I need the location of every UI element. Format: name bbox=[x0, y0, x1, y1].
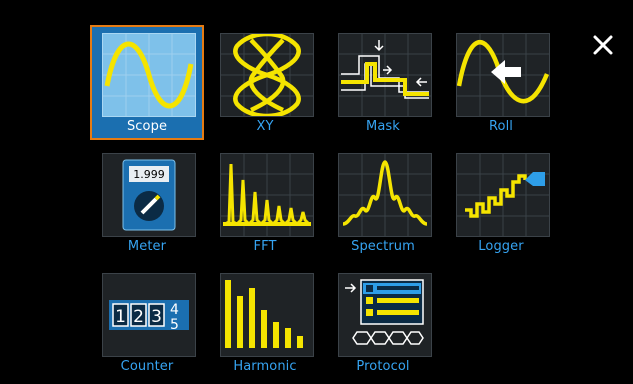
tile-label: Meter bbox=[127, 239, 167, 254]
tile-roll[interactable]: Roll bbox=[444, 25, 558, 140]
counter-digit: 5 bbox=[170, 317, 179, 333]
counter-digit: 4 bbox=[170, 302, 179, 318]
tile-label: Counter bbox=[120, 359, 174, 374]
tile-label: Roll bbox=[488, 119, 514, 134]
fft-icon bbox=[220, 153, 314, 237]
protocol-icon bbox=[338, 273, 432, 357]
tile-protocol[interactable]: Protocol bbox=[326, 265, 440, 380]
counter-digit: 3 bbox=[151, 307, 162, 327]
tile-label: FFT bbox=[253, 239, 277, 254]
tile-mask[interactable]: Mask bbox=[326, 25, 440, 140]
app-grid: Scope XY Mask Roll 1.999 Meter FFT Spect… bbox=[90, 25, 550, 380]
close-icon bbox=[593, 35, 613, 55]
tile-label: Scope bbox=[126, 119, 168, 134]
tile-harmonic[interactable]: Harmonic bbox=[208, 265, 322, 380]
multimeter-icon: 1.999 bbox=[102, 153, 196, 237]
mask-icon bbox=[338, 33, 432, 117]
harmonic-bars-icon bbox=[220, 273, 314, 357]
counter-digit: 2 bbox=[133, 307, 144, 327]
counter-digit: 1 bbox=[115, 307, 126, 327]
tile-label: Spectrum bbox=[351, 239, 415, 254]
spectrum-icon bbox=[338, 153, 432, 237]
meter-reading: 1.999 bbox=[133, 168, 165, 181]
close-button[interactable] bbox=[588, 30, 618, 60]
app-selector-screen: Scope XY Mask Roll 1.999 Meter FFT Spect… bbox=[0, 0, 633, 384]
roll-arrow-icon bbox=[456, 33, 550, 117]
tile-label: Logger bbox=[478, 239, 524, 254]
tile-label: Protocol bbox=[356, 359, 410, 374]
tile-scope[interactable]: Scope bbox=[90, 25, 204, 140]
tile-meter[interactable]: 1.999 Meter bbox=[90, 145, 204, 260]
lissajous-icon bbox=[220, 33, 314, 117]
tile-spectrum[interactable]: Spectrum bbox=[326, 145, 440, 260]
tile-logger[interactable]: Logger bbox=[444, 145, 558, 260]
tile-label: Harmonic bbox=[233, 359, 297, 374]
logger-icon bbox=[456, 153, 550, 237]
tile-xy[interactable]: XY bbox=[208, 25, 322, 140]
tile-label: XY bbox=[256, 119, 274, 134]
tile-label: Mask bbox=[366, 119, 400, 134]
counter-icon: 1 2 3 4 5 bbox=[102, 273, 196, 357]
tile-fft[interactable]: FFT bbox=[208, 145, 322, 260]
tile-counter[interactable]: 1 2 3 4 5 Counter bbox=[90, 265, 204, 380]
sine-wave-icon bbox=[102, 33, 196, 117]
